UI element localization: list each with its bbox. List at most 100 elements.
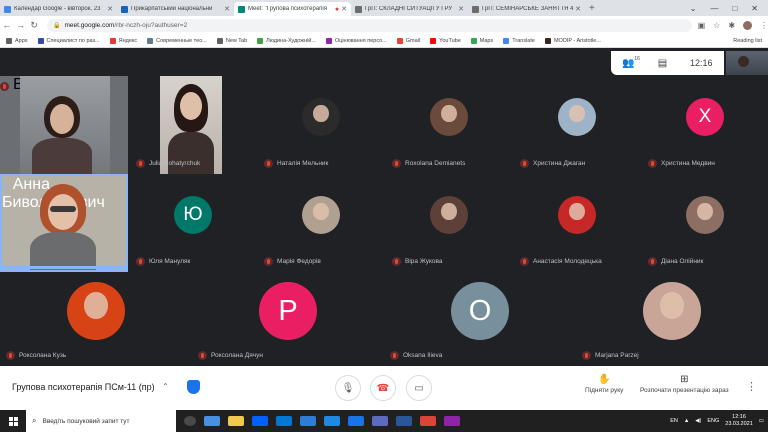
extensions-icon[interactable]: ✱ [728,21,735,30]
photo-avatar [430,98,468,136]
input-language-short[interactable]: EN [670,418,678,424]
file-explorer-icon[interactable] [228,416,244,426]
back-arrow-icon[interactable]: ← [0,20,14,30]
mail-icon[interactable] [300,416,316,426]
mic-off-icon [390,351,399,360]
store-icon[interactable] [276,416,292,426]
chat-icon[interactable]: ▤ [658,58,667,69]
mic-off-icon [520,257,529,266]
participant-tile[interactable]: O Oksana Ilieva [384,272,576,366]
profile-avatar[interactable] [743,20,753,30]
close-tab-icon[interactable]: ✕ [575,5,581,13]
camera-in-use-icon[interactable]: ▣ [698,21,706,30]
taskbar-clock[interactable]: 12:16 23.03.2021 [725,414,753,428]
browser-tab[interactable]: ГрП: СЕМІНАРСЬКЕ ЗАНЯТТЯ 4 ✕ [468,2,585,16]
start-button[interactable] [0,410,26,432]
new-tab-button[interactable]: + [589,2,595,16]
participant-tile[interactable]: Х Христина Медвин [642,76,768,174]
participant-tile[interactable]: Ю Юля Мануляк [130,174,256,272]
participant-name: Віра Жукова [405,258,443,265]
task-view-icon[interactable] [184,416,196,426]
letter-avatar: Ю [174,196,212,234]
notifications-icon[interactable]: ▭ [759,418,764,424]
forward-arrow-icon[interactable]: → [14,20,28,30]
bookmark-item[interactable]: Maps [470,37,493,44]
bookmark-favicon-icon [37,37,44,44]
tab-search-icon[interactable]: ⌄ [690,4,697,13]
reload-icon[interactable]: ↻ [27,20,41,31]
chevron-up-icon[interactable]: ⌃ [162,382,169,391]
bookmark-item[interactable]: MODIP - Aristotle... [544,37,601,44]
avatar-face [697,202,713,221]
chart-app-icon[interactable] [372,416,388,426]
skype-icon[interactable] [324,416,340,426]
menu-dots-icon[interactable]: ⋮ [760,21,768,30]
present-now-button[interactable]: ⊞ Розпочати презентацію зараз [640,374,729,394]
reading-list-button[interactable]: Reading list [733,34,762,48]
participant-tile[interactable]: Віра Жукова [386,174,512,272]
video-tile-top[interactable]: Ва [0,76,128,174]
bookmark-item[interactable]: New Tab [216,37,247,44]
participant-tile[interactable]: Наталія Мельник [258,76,384,174]
word-icon[interactable] [396,416,412,426]
mic-button[interactable]: 🎙 [335,375,361,401]
camera-button[interactable]: ▭ [406,375,432,401]
input-language[interactable]: ENG [707,418,719,424]
mic-off-icon [0,82,9,91]
browser-tab[interactable]: Календар Google - вівторок, 23 ✕ [0,2,117,16]
close-tab-icon[interactable]: ✕ [107,5,113,13]
participant-tile[interactable]: Marjana Parzej [576,272,768,366]
bookmark-item[interactable]: YouTube [430,37,461,44]
bookmark-star-icon[interactable]: ☆ [713,21,720,30]
participant-tile[interactable]: Христина Джаган [514,76,640,174]
calendar-favicon-icon [4,5,11,13]
taskbar-search-input[interactable]: ⌕ Введіть пошуковий запит тут [26,410,176,432]
close-tab-icon[interactable]: ✕ [458,5,464,13]
bookmark-item[interactable]: Современные тео... [147,37,207,44]
participant-tile[interactable]: Діана Олійник [642,174,768,272]
host-controls-shield-icon[interactable] [187,380,200,394]
photo-avatar [558,196,596,234]
chrome-icon[interactable] [420,416,436,426]
bookmark-item[interactable]: Оцінювання персо... [325,37,387,44]
participant-tile[interactable]: Julia Bohatyrchuk [130,76,256,174]
bookmark-item[interactable]: Translate [503,37,535,44]
participant-name: Julia Bohatyrchuk [149,160,201,167]
participant-tile[interactable]: Роксолана Кузь [0,272,192,366]
maximize-icon[interactable]: □ [732,4,737,13]
network-icon[interactable]: ▲ [684,418,689,424]
participant-tile[interactable]: Марія Федорів [258,174,384,272]
close-tab-icon[interactable]: ✕ [341,5,347,13]
close-tab-icon[interactable]: ✕ [224,5,230,13]
active-speaker-bar [0,266,128,269]
browser-tab-strip: Календар Google - вівторок, 23 ✕ Прикарп… [0,0,768,16]
edge-legacy-icon[interactable] [348,416,364,426]
bookmark-item[interactable]: Apps [6,37,28,44]
active-speaker-tile[interactable]: •|•Анна Бивольккевич [0,174,128,272]
minimize-icon[interactable]: — [710,4,718,13]
browser-tab[interactable]: Прикарпатський національни ✕ [117,2,234,16]
browser-tab-active[interactable]: Meet: "Групова психотерапія ● ✕ [234,2,351,16]
bookmark-item[interactable]: Gmail [396,37,420,44]
participant-tile[interactable]: Анастасія Молодецька [514,174,640,272]
leave-call-button[interactable]: ☎ [370,375,396,401]
more-options-icon[interactable]: ⋮ [746,380,757,393]
raise-hand-button[interactable]: ✋ Підняти руку [585,374,623,394]
close-window-icon[interactable]: ✕ [751,4,758,13]
present-screen-icon: ⊞ [680,374,689,385]
volume-icon[interactable]: ◀) [695,418,701,424]
participant-tile[interactable]: Р Роксолана Дячун [192,272,384,366]
mic-off-icon [392,159,401,168]
url-input[interactable]: 🔒 meet.google.com /rbr-nczh-oju?authuser… [47,18,692,32]
bookmark-item[interactable]: Яндекс [109,37,137,44]
bookmark-item[interactable]: Людина-Художній... [257,37,316,44]
browser-tab[interactable]: ГрП: СКЛАДНІ СИТУАЦІЇ У ГРУ ✕ [351,2,468,16]
meeting-clock: 12:16 [690,58,713,68]
dropbox-icon[interactable] [252,416,268,426]
bookmark-item[interactable]: Специалист по раз... [37,37,100,44]
viber-icon[interactable] [444,416,460,426]
edge-icon[interactable] [204,416,220,426]
participant-tile[interactable]: Roxolana Demianets [386,76,512,174]
self-view-video[interactable] [726,51,768,75]
participants-icon[interactable]: 👥 16 [622,56,639,69]
